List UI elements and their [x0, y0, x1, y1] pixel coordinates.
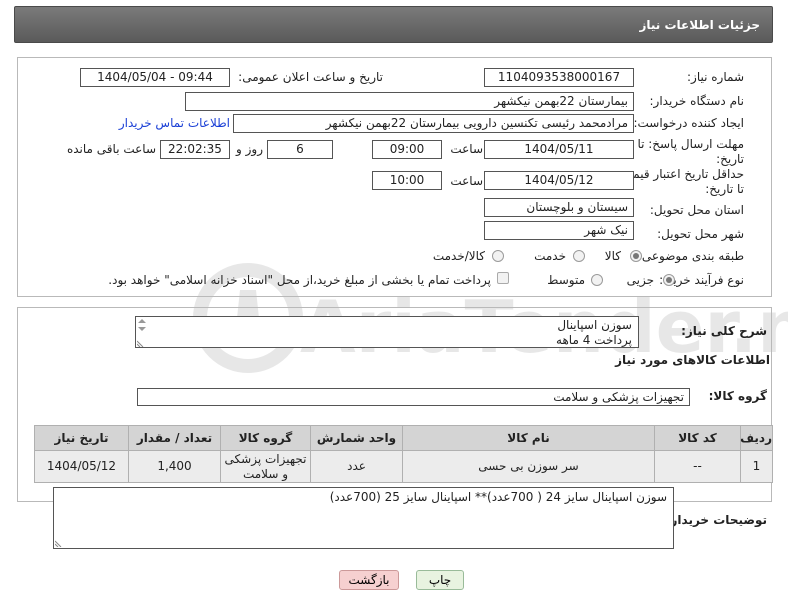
cell-code: -- [654, 450, 741, 483]
buyer-notes-textarea[interactable]: سوزن اسپاینال سایز 24 ( 700عدد)** اسپاین… [53, 487, 674, 549]
col-unit: واحد شمارش [310, 425, 403, 451]
col-group: گروه کالا [220, 425, 311, 451]
category-label: طبقه بندی موضوعی: [637, 249, 744, 263]
treasury-payment-checkbox[interactable] [497, 272, 509, 284]
category-option-service: خدمت [534, 249, 566, 263]
remaining-time-field: 22:02:35 [160, 140, 230, 159]
price-validity-time-field: 10:00 [372, 171, 442, 190]
province-field: سیستان و بلوچستان [484, 198, 634, 217]
contact-info-link[interactable]: اطلاعات تماس خریدار [119, 116, 230, 130]
cell-quantity: 1,400 [128, 450, 221, 483]
city-label: شهر محل تحویل: [657, 227, 744, 241]
description-label: شرح کلی نیاز: [681, 324, 767, 338]
creator-label: ایجاد کننده درخواست: [633, 116, 744, 130]
cell-row: 1 [740, 450, 773, 483]
col-code: کد کالا [654, 425, 741, 451]
textarea-resize-grip[interactable] [137, 339, 145, 347]
announce-field: 1404/05/04 - 09:44 [80, 68, 230, 87]
table-row: 1 -- سر سوزن بی حسی عدد تجهیزات پزشکی و … [34, 450, 773, 483]
price-validity-date-field: 1404/05/12 [484, 171, 634, 190]
category-option-goods-service: کالا/خدمت [432, 249, 485, 263]
description-line-1: سوزن اسپاینال [557, 318, 632, 332]
deadline-label: مهلت ارسال پاسخ: تا تاریخ: [637, 137, 744, 166]
treasury-payment-note: پرداخت تمام یا بخشی از مبلغ خرید،از محل … [108, 273, 491, 287]
city-field: نیک شهر [484, 221, 634, 240]
process-option-minor: جزیی [626, 273, 654, 287]
col-name: نام کالا [402, 425, 655, 451]
process-radio-minor[interactable] [663, 274, 675, 286]
remaining-label: ساعت باقی مانده [66, 142, 156, 156]
buyer-org-field: بیمارستان 22بهمن نیکشهر [185, 92, 634, 111]
page-title: جزئیات اطلاعات نیاز [639, 18, 760, 32]
deadline-date-field: 1404/05/11 [484, 140, 634, 159]
price-validity-hour-label: ساعت [450, 174, 483, 188]
cell-group: تجهیزات پزشکی و سلامت [220, 450, 311, 483]
goods-section-title: اطلاعات کالاهای مورد نیاز [615, 353, 770, 367]
buyer-org-label: نام دستگاه خریدار: [649, 94, 745, 108]
print-button[interactable]: چاپ [416, 570, 464, 590]
category-option-goods: کالا [604, 249, 621, 263]
back-button[interactable]: بازگشت [339, 570, 399, 590]
announce-label: تاریخ و ساعت اعلان عمومی: [238, 70, 383, 84]
days-remaining-field: 6 [267, 140, 333, 159]
goods-group-field: تجهیزات پزشکی و سلامت [137, 388, 690, 406]
goods-table: ردیف کد کالا نام کالا واحد شمارش گروه کا… [34, 425, 773, 483]
cell-need-date: 1404/05/12 [34, 450, 129, 483]
description-line-2: پرداخت 4 ماهه [556, 333, 632, 347]
buyer-notes-label: توضیحات خریدار: [665, 513, 767, 527]
cell-name: سر سوزن بی حسی [402, 450, 655, 483]
category-radio-service[interactable] [573, 250, 585, 262]
col-quantity: تعداد / مقدار [128, 425, 221, 451]
col-need-date: تاریخ نیاز [34, 425, 129, 451]
goods-group-label: گروه کالا: [708, 389, 767, 403]
col-row: ردیف [740, 425, 773, 451]
textarea-scroll-arrows[interactable] [136, 318, 148, 332]
goods-table-header: ردیف کد کالا نام کالا واحد شمارش گروه کا… [34, 425, 773, 451]
cell-unit: عدد [310, 450, 403, 483]
days-label: روز و [236, 142, 263, 156]
page-header: جزئیات اطلاعات نیاز [14, 6, 773, 43]
category-radio-goods[interactable] [630, 250, 642, 262]
need-number-field: 1104093538000167 [484, 68, 634, 87]
description-textarea[interactable]: سوزن اسپاینال پرداخت 4 ماهه [135, 316, 639, 348]
category-radio-goods-service[interactable] [492, 250, 504, 262]
process-option-medium: متوسط [547, 273, 585, 287]
process-radio-medium[interactable] [591, 274, 603, 286]
deadline-hour-label: ساعت [450, 142, 483, 156]
deadline-time-field: 09:00 [372, 140, 442, 159]
need-number-label: شماره نیاز: [687, 70, 744, 84]
notes-resize-grip[interactable] [55, 539, 63, 547]
province-label: استان محل تحویل: [649, 203, 744, 217]
creator-field: مرادمحمد رئیسی تکنسین دارویی بیمارستان 2… [233, 114, 634, 133]
